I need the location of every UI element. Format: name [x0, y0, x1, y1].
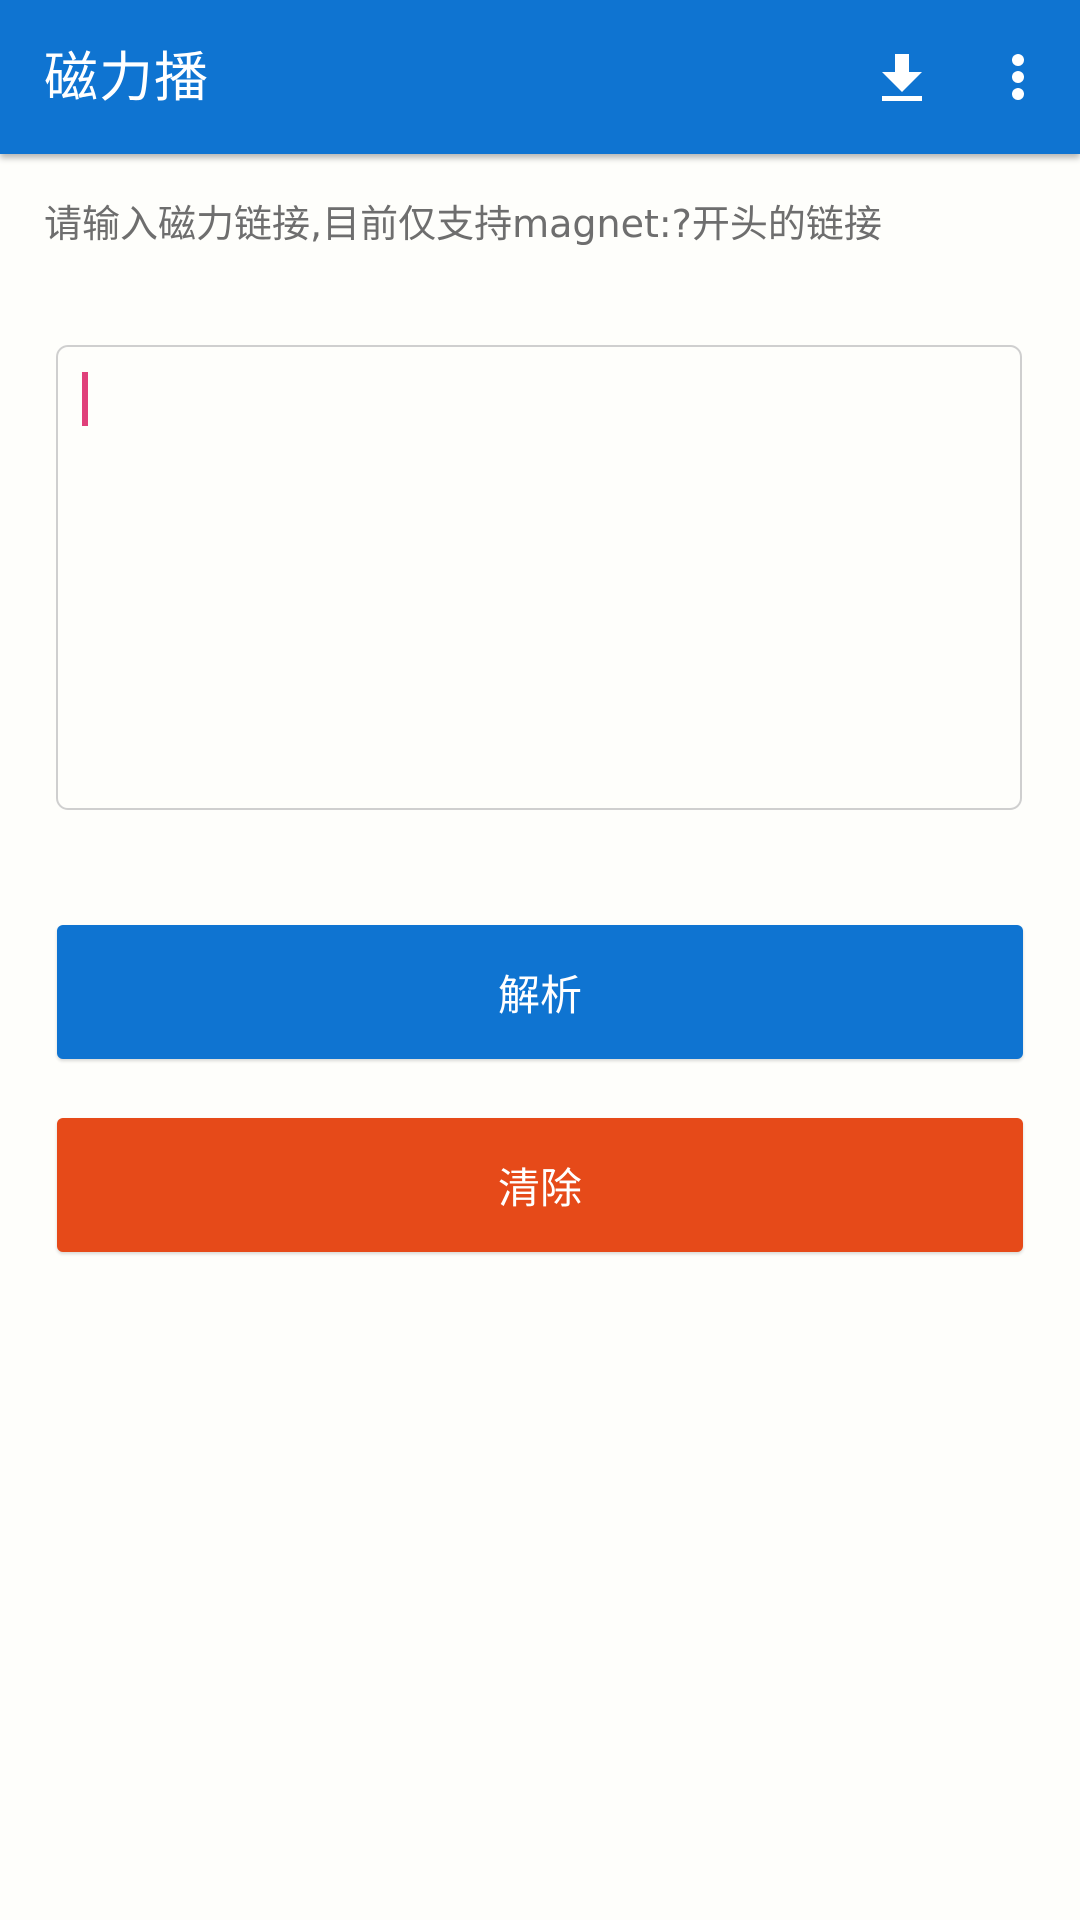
more-vert-icon — [1012, 54, 1024, 100]
download-icon — [882, 54, 922, 101]
download-button[interactable] — [860, 40, 944, 114]
clear-button[interactable]: 清除 — [57, 1118, 1023, 1252]
instruction-text: 请输入磁力链接,目前仅支持magnet:?开头的链接 — [44, 202, 882, 246]
more-options-button[interactable] — [976, 40, 1060, 114]
magnet-link-input[interactable] — [56, 345, 1022, 810]
text-cursor — [82, 372, 88, 426]
app-bar: 磁力播 — [0, 0, 1080, 154]
app-title: 磁力播 — [44, 46, 209, 109]
parse-button[interactable]: 解析 — [57, 925, 1023, 1059]
